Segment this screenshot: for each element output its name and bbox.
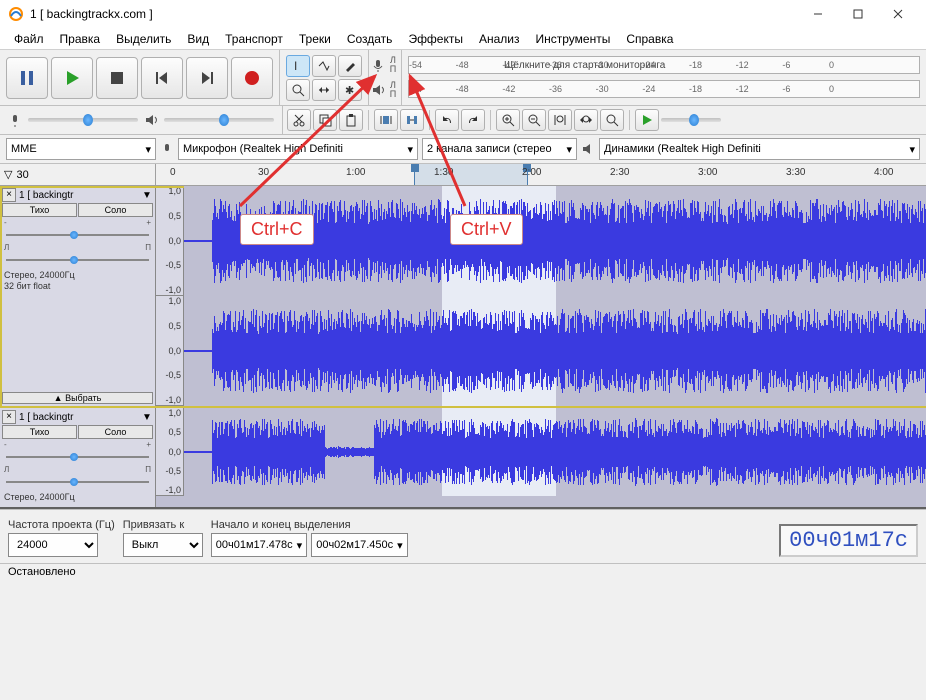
menu-создать[interactable]: Создать (339, 30, 401, 48)
menu-транспорт[interactable]: Транспорт (217, 30, 291, 48)
mic-device-icon (160, 142, 174, 156)
menu-треки[interactable]: Треки (291, 30, 339, 48)
app-icon (8, 6, 24, 22)
play-speed-slider[interactable] (661, 118, 721, 122)
recording-meter[interactable]: Щёлкните для старта мониторинга -54-48-4… (408, 56, 920, 74)
meters: Щёлкните для старта мониторинга -54-48-4… (402, 50, 926, 105)
menu-справка[interactable]: Справка (618, 30, 681, 48)
paste-callout: Ctrl+V (450, 214, 523, 245)
close-button[interactable] (878, 0, 918, 28)
recording-volume-slider[interactable] (28, 118, 138, 122)
menu-инструменты[interactable]: Инструменты (528, 30, 619, 48)
playback-device-select[interactable]: Динамики (Realtek High Definiti▾ (599, 138, 920, 160)
maximize-button[interactable] (838, 0, 878, 28)
play-button[interactable] (51, 57, 93, 99)
track-name[interactable]: 1 [ backingtr (17, 412, 140, 423)
vertical-ruler: 1,00,50,0-0,5-1,0 (156, 296, 184, 405)
pin-icon[interactable]: ▽ (4, 168, 12, 181)
track-control-panel: ×1 [ backingtr▼ТихоСоло-+ЛПСтерео, 24000… (0, 186, 156, 406)
mute-button[interactable]: Тихо (2, 203, 77, 217)
selection-end-field[interactable]: 00ч02м17.450с▾ (311, 533, 407, 557)
track-menu-button[interactable]: ▼ (141, 412, 153, 423)
selection-start-field[interactable]: 00ч01м17.478с▾ (211, 533, 307, 557)
menu-bar: ФайлПравкаВыделитьВидТранспортТрекиСозда… (0, 28, 926, 50)
track-select-button[interactable]: ▲ Выбрать (2, 392, 153, 404)
paste-arrow (400, 66, 480, 216)
gain-slider[interactable] (6, 453, 149, 461)
mute-button[interactable]: Тихо (2, 425, 77, 439)
menu-файл[interactable]: Файл (6, 30, 52, 48)
pan-slider[interactable] (6, 478, 149, 486)
tracks-area: Ctrl+C Ctrl+V ×1 [ backingtr▼ТихоСоло-+Л… (0, 186, 926, 509)
snap-to-label: Привязать к (123, 519, 203, 531)
track-format-label: Стерео, 24000Гц32 бит float (2, 268, 153, 294)
zoom-out-button[interactable] (522, 109, 546, 131)
title-bar: 1 [ backingtrackx.com ] (0, 0, 926, 28)
vertical-ruler: 1,00,50,0-0,5-1,0 (156, 408, 184, 495)
waveform[interactable] (184, 408, 926, 496)
zoom-toggle-button[interactable] (600, 109, 624, 131)
skip-end-button[interactable] (186, 57, 228, 99)
track-control-panel: ×1 [ backingtr▼ТихоСоло-+ЛПСтерео, 24000… (0, 408, 156, 507)
copy-callout: Ctrl+C (240, 214, 314, 245)
minimize-button[interactable] (798, 0, 838, 28)
project-rate-select[interactable]: 24000 (8, 533, 98, 557)
menu-выделить[interactable]: Выделить (108, 30, 179, 48)
selection-label: Начало и конец выделения (211, 519, 408, 531)
mic-icon (8, 113, 22, 127)
track-close-button[interactable]: × (2, 410, 16, 424)
snap-to-select[interactable]: Выкл (123, 533, 203, 557)
pan-slider[interactable] (6, 256, 149, 264)
menu-вид[interactable]: Вид (179, 30, 217, 48)
audio-host-select[interactable]: MME▾ (6, 138, 156, 160)
skip-start-button[interactable] (141, 57, 183, 99)
window-title: 1 [ backingtrackx.com ] (30, 7, 798, 21)
copy-arrow (230, 66, 390, 216)
track-close-button[interactable]: × (2, 188, 16, 202)
gain-slider[interactable] (6, 231, 149, 239)
stop-button[interactable] (96, 57, 138, 99)
pause-button[interactable] (6, 57, 48, 99)
track-menu-button[interactable]: ▼ (141, 190, 153, 201)
menu-анализ[interactable]: Анализ (471, 30, 528, 48)
audio-position-display: 00ч01м17с (779, 524, 918, 557)
track: ×1 [ backingtr▼ТихоСоло-+ЛПСтерео, 24000… (0, 408, 926, 509)
solo-button[interactable]: Соло (78, 425, 153, 439)
menu-правка[interactable]: Правка (52, 30, 109, 48)
track-name[interactable]: 1 [ backingtr (17, 190, 140, 201)
speaker-icon (144, 113, 158, 127)
waveform[interactable] (184, 296, 926, 406)
track-format-label: Стерео, 24000Гц (2, 490, 153, 505)
fit-project-button[interactable] (574, 109, 598, 131)
solo-button[interactable]: Соло (78, 203, 153, 217)
menu-эффекты[interactable]: Эффекты (400, 30, 471, 48)
project-rate-label: Частота проекта (Гц) (8, 519, 115, 531)
speaker-device-icon (581, 142, 595, 156)
vertical-ruler: 1,00,50,0-0,5-1,0 (156, 186, 184, 295)
status-bar: Остановлено (0, 563, 926, 583)
fit-selection-button[interactable] (548, 109, 572, 131)
playback-meter[interactable]: -54-48-42-36-30-24-18-12-60 (408, 80, 920, 98)
play-at-speed-button[interactable] (635, 109, 659, 131)
zoom-in-button[interactable] (496, 109, 520, 131)
selection-toolbar: Частота проекта (Гц) 24000 Привязать к В… (0, 509, 926, 563)
